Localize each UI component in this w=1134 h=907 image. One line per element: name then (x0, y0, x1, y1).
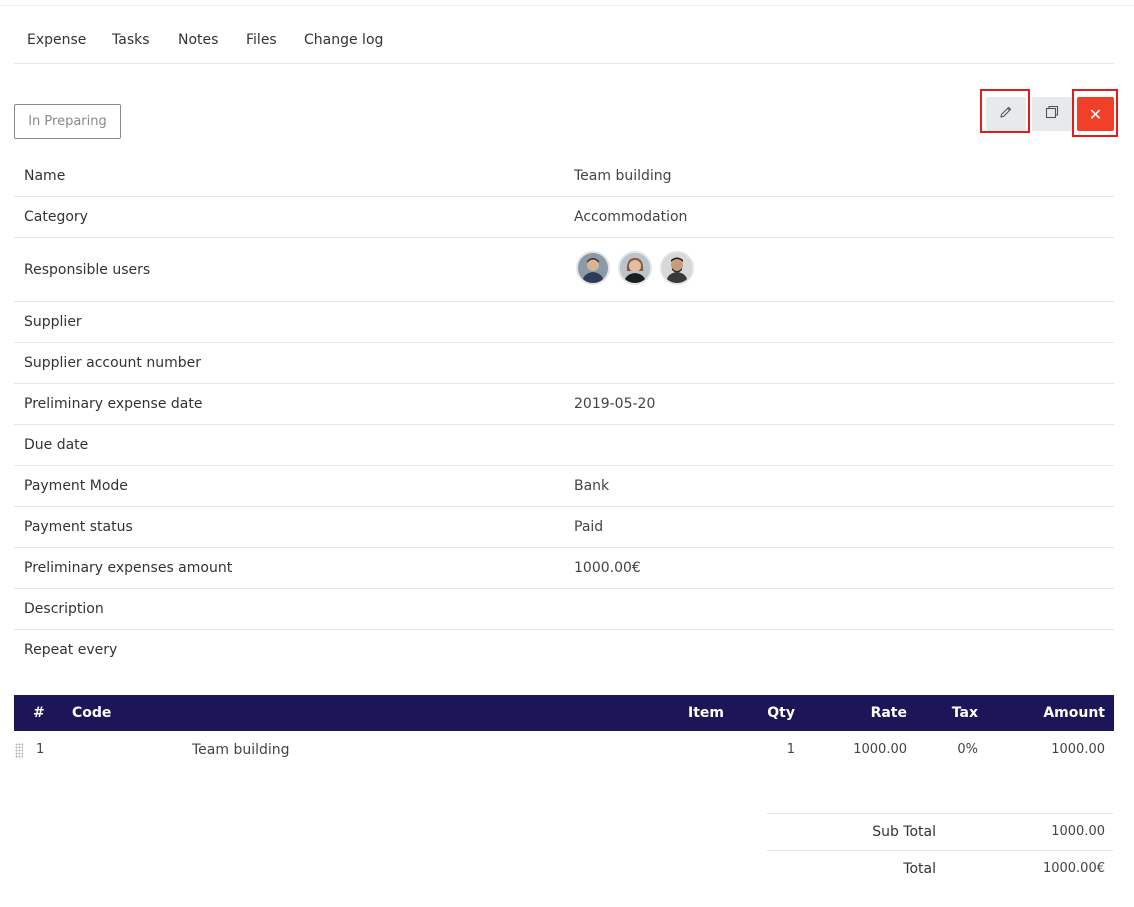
detail-row-payment-status: Payment status Paid (14, 507, 1114, 548)
avatar[interactable] (618, 251, 652, 285)
tab-bar: Expense Tasks Notes Files Change log (14, 22, 1114, 64)
column-header-rate: Rate (870, 705, 907, 721)
column-header-amount: Amount (1043, 705, 1105, 721)
detail-value: 1000.00€ (574, 560, 641, 576)
detail-label: Responsible users (24, 262, 151, 278)
detail-label: Supplier account number (24, 355, 201, 371)
detail-value: 2019-05-20 (574, 396, 656, 412)
column-header-item: Item (688, 705, 724, 721)
totals-summary: Sub Total 1000.00 Total 1000.00€ (767, 813, 1113, 887)
detail-label: Name (24, 168, 66, 184)
tab-tasks[interactable]: Tasks (112, 32, 150, 48)
tab-notes[interactable]: Notes (178, 32, 218, 48)
table-header: # Code Item Qty Rate Tax Amount (14, 695, 1114, 731)
detail-value: Team building (574, 168, 672, 184)
detail-label: Preliminary expenses amount (24, 560, 233, 576)
detail-row-supplier: Supplier (14, 302, 1114, 343)
detail-row-responsible-users: Responsible users (14, 238, 1114, 302)
column-header-qty: Qty (767, 705, 795, 721)
edit-button[interactable] (986, 97, 1026, 131)
cell-tax: 0% (957, 742, 978, 757)
detail-value: Bank (574, 478, 610, 494)
avatar[interactable] (576, 251, 610, 285)
detail-label: Payment status (24, 519, 133, 535)
subtotal-label: Sub Total (872, 824, 936, 840)
detail-label: Payment Mode (24, 478, 128, 494)
tab-change-log[interactable]: Change log (304, 32, 383, 48)
copy-button[interactable] (1032, 97, 1072, 131)
subtotal-value: 1000.00 (1051, 824, 1105, 839)
drag-handle-icon[interactable] (15, 743, 23, 759)
total-row: Total 1000.00€ (767, 850, 1113, 887)
detail-row-category: Category Accommodation (14, 197, 1114, 238)
table-row: 1 Team building 1 1000.00 0% 1000.00 (14, 731, 1114, 769)
cell-rate: 1000.00 (853, 742, 907, 757)
cell-item: Team building (192, 742, 290, 758)
detail-row-payment-mode: Payment Mode Bank (14, 466, 1114, 507)
detail-label: Category (24, 209, 88, 225)
total-value: 1000.00€ (1042, 861, 1105, 876)
column-header-code: Code (72, 705, 112, 721)
detail-label: Repeat every (24, 642, 118, 658)
detail-row-name: Name Team building (14, 156, 1114, 197)
detail-row-due-date: Due date (14, 425, 1114, 466)
detail-value: Accommodation (574, 209, 688, 225)
subtotal-row: Sub Total 1000.00 (767, 813, 1113, 850)
detail-label: Preliminary expense date (24, 396, 203, 412)
cell-number: 1 (36, 742, 45, 757)
copy-icon (1044, 104, 1060, 124)
expense-details: Name Team building Category Accommodatio… (14, 156, 1114, 671)
total-label: Total (903, 861, 936, 877)
detail-row-description: Description (14, 589, 1114, 630)
delete-button[interactable]: ✕ (1077, 97, 1114, 131)
column-header-number: # (33, 705, 45, 721)
cell-qty: 1 (786, 742, 795, 757)
cell-amount: 1000.00 (1051, 742, 1105, 757)
detail-label: Due date (24, 437, 89, 453)
tab-files[interactable]: Files (246, 32, 277, 48)
column-header-tax: Tax (951, 705, 978, 721)
close-icon: ✕ (1088, 104, 1103, 124)
detail-row-repeat-every: Repeat every (14, 630, 1114, 671)
avatar[interactable] (660, 251, 694, 285)
top-divider (0, 5, 1134, 6)
detail-row-preliminary-expenses-amount: Preliminary expenses amount 1000.00€ (14, 548, 1114, 589)
pencil-icon (999, 105, 1013, 123)
detail-label: Description (24, 601, 104, 617)
detail-label: Supplier (24, 314, 82, 330)
detail-row-preliminary-expense-date: Preliminary expense date 2019-05-20 (14, 384, 1114, 425)
tab-expense[interactable]: Expense (27, 32, 86, 48)
detail-value: Paid (574, 519, 604, 535)
avatar-group (576, 251, 694, 285)
status-button[interactable]: In Preparing (14, 104, 121, 139)
detail-row-supplier-account-number: Supplier account number (14, 343, 1114, 384)
items-table: # Code Item Qty Rate Tax Amount 1 Team b… (14, 695, 1114, 769)
